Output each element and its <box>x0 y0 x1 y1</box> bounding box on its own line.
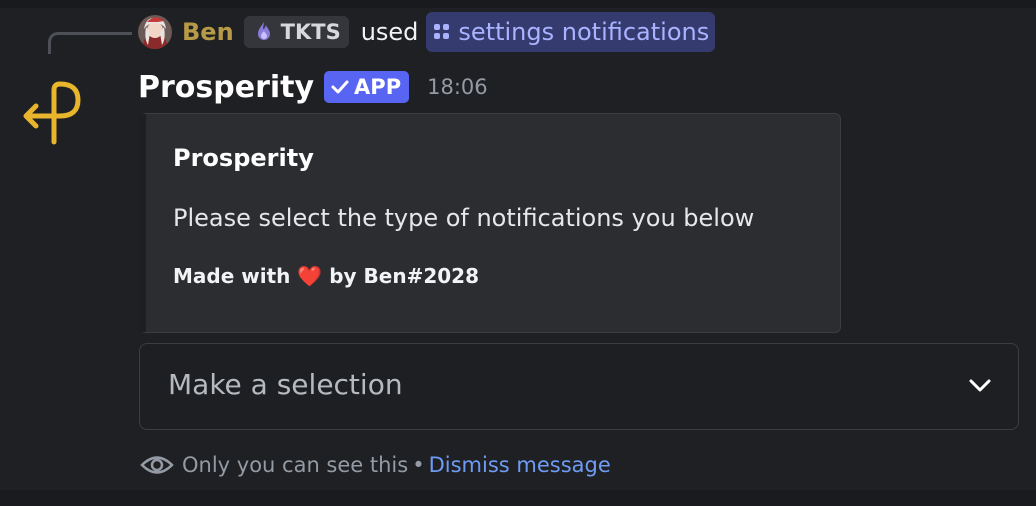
command-label: settings notifications <box>458 18 710 46</box>
command-mention[interactable]: settings notifications <box>426 12 716 52</box>
reply-spine <box>48 32 132 54</box>
embed: Prosperity Please select the type of not… <box>138 113 841 333</box>
eye-icon <box>140 456 174 474</box>
reply-username[interactable]: Ben <box>182 18 234 46</box>
guild-tag-label: TKTS <box>280 20 341 44</box>
embed-title: Prosperity <box>173 144 314 172</box>
user-avatar[interactable] <box>138 15 172 49</box>
message-header: Prosperity APP 18:06 <box>138 66 488 108</box>
embed-description: Please select the type of notifications … <box>173 204 755 232</box>
select-menu[interactable]: Make a selection <box>139 343 1019 430</box>
prosperity-logo[interactable] <box>14 72 90 148</box>
separator-dot: • <box>412 453 425 477</box>
slash-command-icon <box>434 24 450 39</box>
app-badge-label: APP <box>354 75 402 99</box>
avatar-image <box>138 15 172 49</box>
bottom-divider <box>0 490 1036 506</box>
select-placeholder: Make a selection <box>168 368 403 401</box>
ephemeral-notice: Only you can see this • Dismiss message <box>140 449 611 481</box>
timestamp[interactable]: 18:06 <box>427 75 488 99</box>
chevron-down-icon <box>969 379 991 392</box>
flame-icon <box>257 22 270 40</box>
guild-tag[interactable]: TKTS <box>243 16 349 48</box>
used-text: used <box>360 18 419 46</box>
interaction-reference[interactable]: Ben TKTS used settings notifications <box>138 12 716 52</box>
dismiss-message-link[interactable]: Dismiss message <box>429 453 611 477</box>
checkmark-icon <box>331 80 349 94</box>
app-badge: APP <box>324 71 410 103</box>
embed-footer: Made with ❤️ by Ben#2028 <box>173 264 479 288</box>
bot-name[interactable]: Prosperity <box>138 70 314 105</box>
ephemeral-text: Only you can see this <box>182 453 409 477</box>
top-divider <box>0 0 1036 8</box>
